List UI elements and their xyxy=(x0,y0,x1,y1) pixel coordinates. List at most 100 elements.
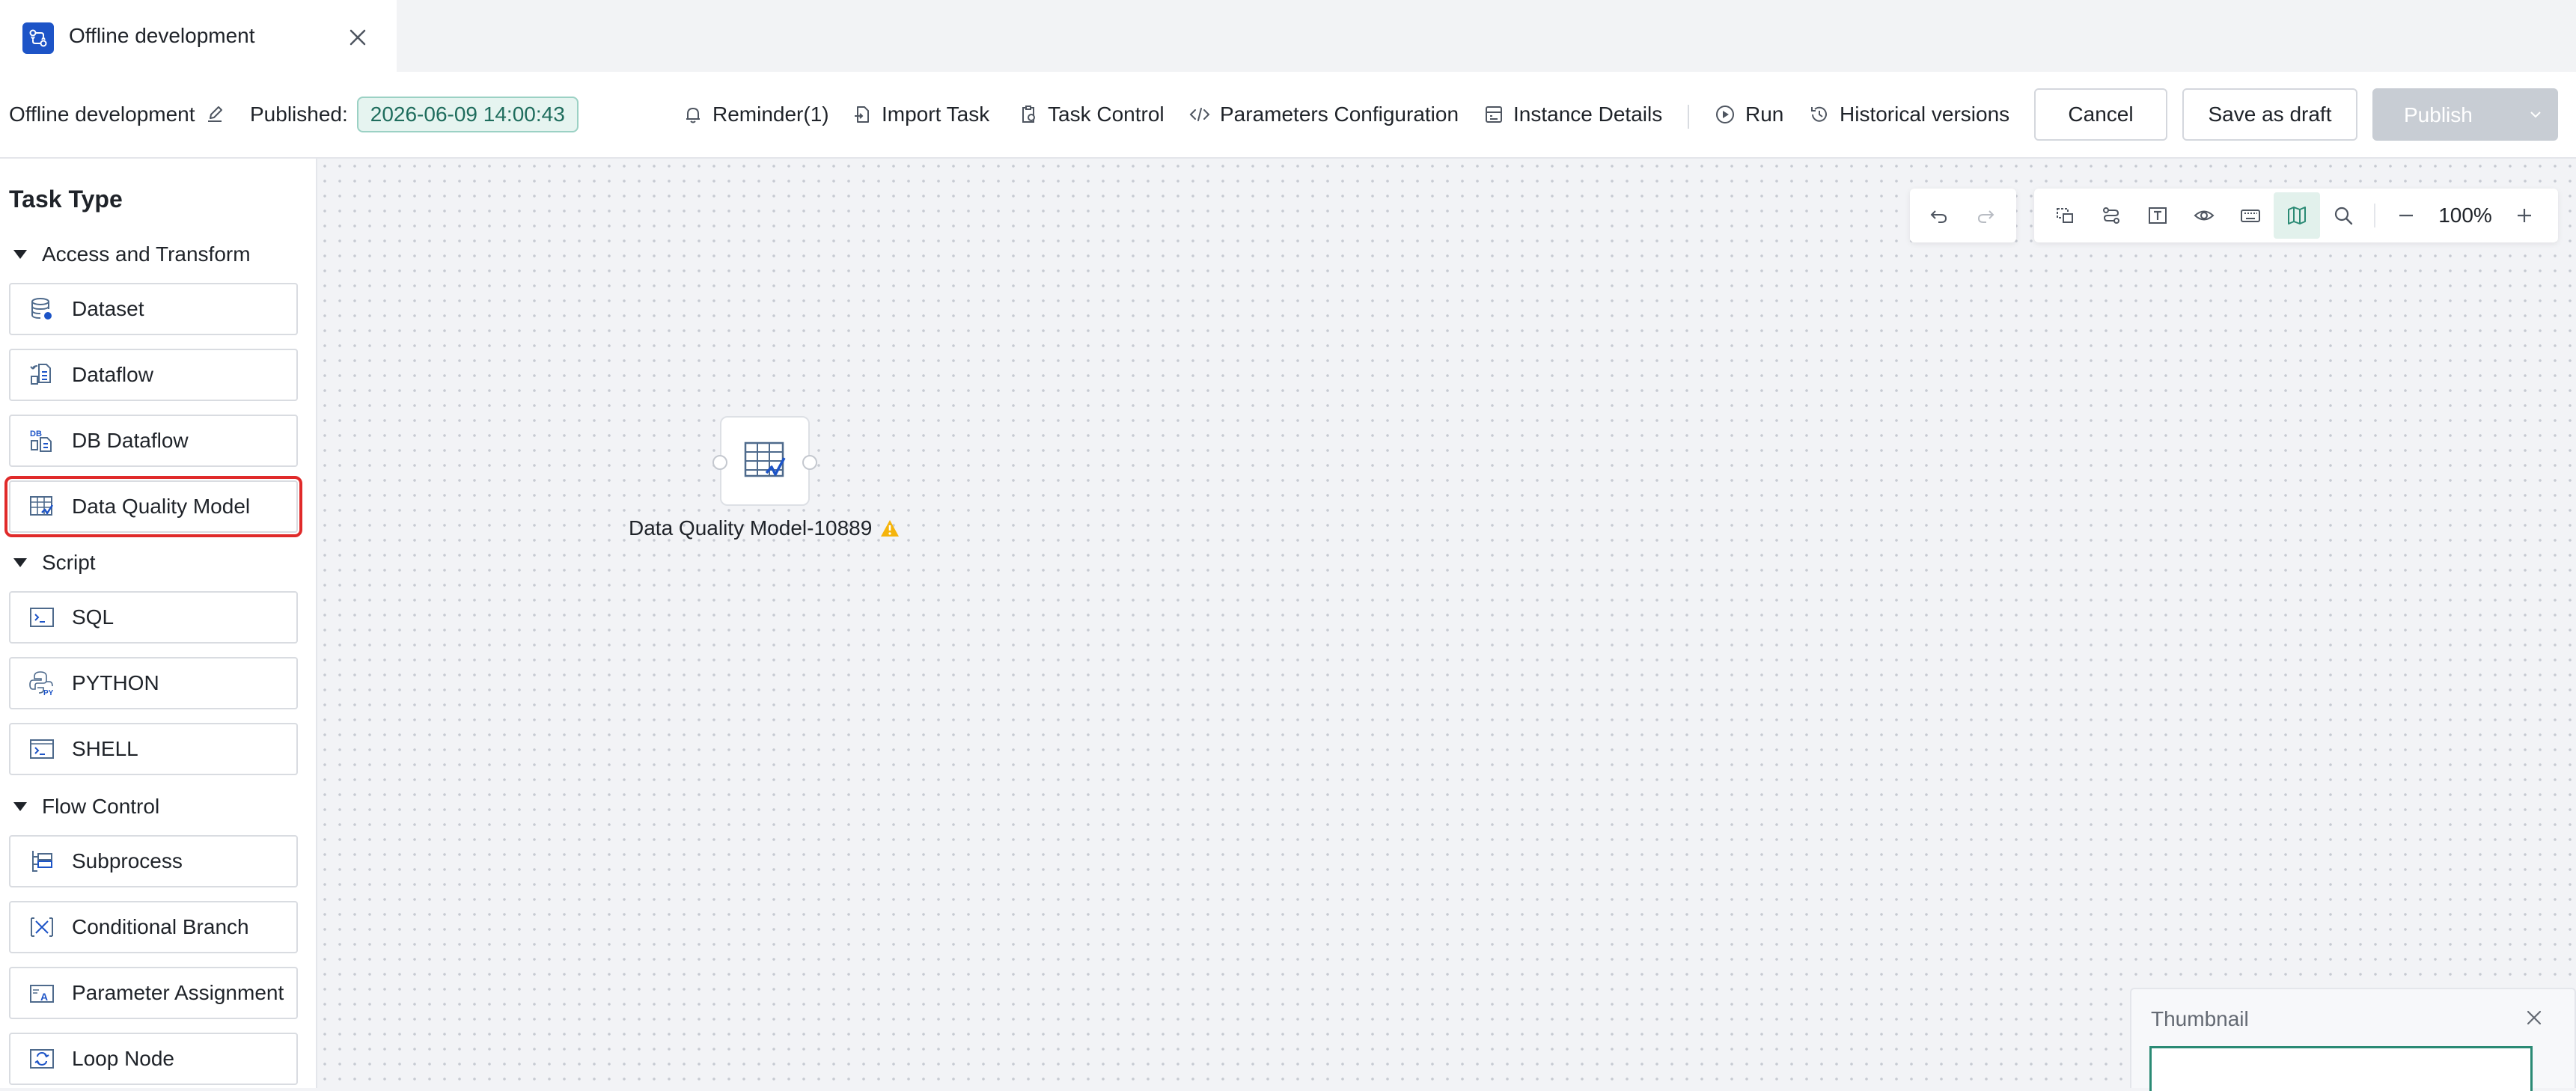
text-box-icon[interactable] xyxy=(2134,192,2181,239)
toolbar-divider xyxy=(1688,105,1689,129)
zoom-in-icon[interactable] xyxy=(2501,192,2548,239)
group-script[interactable]: Script xyxy=(13,551,96,575)
chevron-down-icon[interactable] xyxy=(2515,90,2557,139)
workflow-name: Offline development xyxy=(9,72,225,157)
caret-down-icon xyxy=(13,250,27,259)
cancel-button[interactable]: Cancel xyxy=(2034,88,2167,141)
historical-versions-button[interactable]: Historical versions xyxy=(1808,72,2009,157)
task-type-label: SHELL xyxy=(72,737,138,760)
task-type-parameter-assignment[interactable]: A Parameter Assignment xyxy=(9,967,298,1019)
task-type-data-quality-model[interactable]: Data Quality Model xyxy=(4,476,302,537)
thumbnail-title: Thumbnail xyxy=(2151,1007,2249,1030)
run-label: Run xyxy=(1745,103,1784,126)
task-type-label: Data Quality Model xyxy=(72,495,251,518)
tab-offline-development[interactable]: Offline development xyxy=(0,0,397,72)
edit-icon[interactable] xyxy=(204,104,225,125)
warning-icon xyxy=(881,520,900,537)
parameter-assignment-icon: A xyxy=(27,978,57,1008)
history-controls xyxy=(1910,189,2016,242)
group-label: Flow Control xyxy=(42,795,160,818)
sql-icon xyxy=(27,602,57,632)
historical-versions-label: Historical versions xyxy=(1840,103,2010,126)
task-type-sql[interactable]: SQL xyxy=(9,591,298,644)
group-flow-control[interactable]: Flow Control xyxy=(13,795,159,819)
history-icon xyxy=(1811,106,1827,122)
zoom-level: 100% xyxy=(2438,204,2492,227)
task-type-label: PYTHON xyxy=(72,671,159,694)
db-dataflow-icon: DB xyxy=(27,426,57,456)
published-time-badge: 2026-06-09 14:00:43 xyxy=(356,97,579,132)
play-icon xyxy=(1716,106,1734,123)
close-icon[interactable] xyxy=(344,24,371,51)
task-type-label: Loop Node xyxy=(72,1047,175,1070)
published-label: Published: xyxy=(250,103,348,126)
redo-icon[interactable] xyxy=(1962,192,2009,239)
svg-text:PY: PY xyxy=(43,689,54,697)
node-label: Data Quality Model-10889 xyxy=(629,516,900,540)
task-type-dataflow[interactable]: Dataflow xyxy=(9,349,298,401)
eye-icon[interactable] xyxy=(2181,192,2227,239)
import-task-label: Import Task xyxy=(882,103,990,126)
parameters-configuration-label: Parameters Configuration xyxy=(1220,103,1459,126)
data-quality-model-node[interactable] xyxy=(712,416,817,506)
toolbar: Offline development Published: 2026-06-0… xyxy=(0,72,2576,159)
save-as-draft-label: Save as draft xyxy=(2208,103,2332,126)
tools-divider xyxy=(2374,204,2375,227)
task-type-conditional-branch[interactable]: Conditional Branch xyxy=(9,901,298,953)
task-type-label: Dataset xyxy=(72,297,144,320)
canvas-tools: 100% xyxy=(2034,189,2558,242)
task-type-loop-node[interactable]: Loop Node xyxy=(9,1033,298,1085)
instance-details-icon xyxy=(1486,106,1502,123)
select-icon[interactable] xyxy=(2042,192,2088,239)
subprocess-icon xyxy=(27,846,57,876)
task-type-dataset[interactable]: Dataset xyxy=(9,283,298,335)
task-control-button[interactable]: Task Control xyxy=(1018,72,1165,157)
undo-icon[interactable] xyxy=(1916,192,1962,239)
close-icon[interactable] xyxy=(2521,1004,2548,1031)
shell-icon xyxy=(27,734,57,764)
tab-title: Offline development xyxy=(69,24,255,47)
group-label: Access and Transform xyxy=(42,242,251,266)
task-type-label: SQL xyxy=(72,605,115,629)
dataflow-icon xyxy=(27,360,57,390)
group-access-and-transform[interactable]: Access and Transform xyxy=(13,242,251,266)
task-type-label: Dataflow xyxy=(72,363,153,386)
data-quality-icon xyxy=(27,492,57,522)
bell-icon xyxy=(686,108,700,123)
task-type-python[interactable]: PY PYTHON xyxy=(9,657,298,709)
auto-layout-icon[interactable] xyxy=(2088,192,2134,239)
instance-details-button[interactable]: Instance Details xyxy=(1483,72,1662,157)
task-type-subprocess[interactable]: Subprocess xyxy=(9,835,298,887)
save-as-draft-button[interactable]: Save as draft xyxy=(2182,88,2357,141)
task-type-sidebar: Task Type Access and Transform Dataset D… xyxy=(0,159,317,1088)
minimap-icon[interactable] xyxy=(2274,192,2320,239)
workflow-name-text: Offline development xyxy=(9,103,195,126)
tab-bar: Offline development xyxy=(0,0,2576,72)
import-icon xyxy=(855,106,869,123)
caret-down-icon xyxy=(13,802,27,811)
task-type-db-dataflow[interactable]: DB DB Dataflow xyxy=(9,415,298,467)
code-icon xyxy=(1189,108,1210,121)
task-type-shell[interactable]: SHELL xyxy=(9,723,298,775)
publish-button[interactable]: Publish xyxy=(2372,88,2558,141)
thumbnail-viewport[interactable] xyxy=(2149,1046,2533,1091)
node-input-port[interactable] xyxy=(712,455,727,470)
node-label-text: Data Quality Model-10889 xyxy=(629,516,873,540)
instance-details-label: Instance Details xyxy=(1513,103,1663,126)
parameters-configuration-button[interactable]: Parameters Configuration xyxy=(1188,72,1459,157)
import-task-button[interactable]: Import Task xyxy=(852,72,989,157)
reminder-button[interactable]: Reminder(1) xyxy=(683,72,829,157)
task-type-label: Parameter Assignment xyxy=(72,981,284,1004)
run-button[interactable]: Run xyxy=(1714,72,1783,157)
workflow-icon xyxy=(22,22,54,54)
python-icon: PY xyxy=(27,668,57,698)
zoom-out-icon[interactable] xyxy=(2383,192,2429,239)
published-info: Published: 2026-06-09 14:00:43 xyxy=(250,72,579,157)
dataset-icon xyxy=(27,294,57,324)
workflow-canvas[interactable]: 100% Data Quality Model-10889 Thumbnail xyxy=(317,159,2576,1091)
search-icon[interactable] xyxy=(2320,192,2366,239)
node-output-port[interactable] xyxy=(802,455,817,470)
task-type-label: DB Dataflow xyxy=(72,429,189,452)
keyboard-icon[interactable] xyxy=(2227,192,2274,239)
caret-down-icon xyxy=(13,558,27,567)
